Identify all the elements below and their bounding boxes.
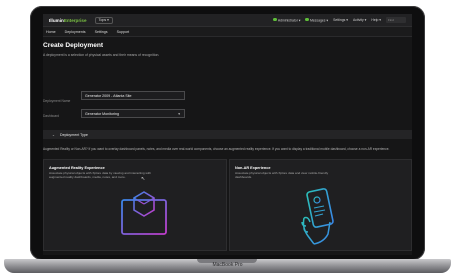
device-label: MacBook Pro bbox=[212, 262, 243, 268]
chevron-down-icon: ▾ bbox=[178, 112, 180, 116]
deployment-type-description: Augmented Reality or Non-AR? If you want… bbox=[43, 147, 390, 151]
deployment-name-label: Deployment Name bbox=[43, 99, 71, 103]
app-logo[interactable]: IlluminEnterprise bbox=[49, 18, 87, 23]
topbar-messages[interactable]: Messages ▾ bbox=[305, 17, 329, 23]
ar-experience-card[interactable]: Augmented Reality Experience Associate p… bbox=[43, 159, 227, 251]
topbar-item-label: Administrator ▾ bbox=[277, 18, 301, 23]
search-input[interactable]: Find bbox=[386, 17, 406, 23]
dashboard-label: Dashboard bbox=[43, 114, 60, 118]
ar-cube-icon bbox=[114, 191, 174, 239]
cursor-icon: ↖ bbox=[141, 176, 146, 182]
page-description: A deployment is a selection of physical … bbox=[43, 53, 160, 57]
topbar-item-label: Messages ▾ bbox=[309, 18, 329, 23]
card-title: Non-AR Experience bbox=[235, 166, 271, 170]
phone-hand-icon bbox=[301, 188, 334, 245]
logo-text-1: Illumin bbox=[49, 17, 64, 23]
topbar-activity[interactable]: Activity ▾ bbox=[353, 18, 366, 22]
app-screen: IlluminEnterprise Tops ▾ Administrator ▾… bbox=[43, 14, 412, 255]
message-dot-icon bbox=[305, 17, 309, 22]
topbar-administrator[interactable]: Administrator ▾ bbox=[273, 17, 301, 23]
top-navbar: IlluminEnterprise Tops ▾ Administrator ▾… bbox=[43, 14, 412, 27]
deployment-name-field[interactable]: Generator 2009 - Atlanta Site bbox=[81, 91, 185, 100]
nav-settings[interactable]: Settings bbox=[95, 30, 108, 34]
topbar-settings[interactable]: Settings ▾ bbox=[333, 18, 348, 22]
nav-deployments[interactable]: Deployments bbox=[65, 30, 86, 34]
chevron-down-icon: ⌄ bbox=[52, 132, 56, 137]
status-dot-icon bbox=[273, 17, 277, 22]
logo-text-2: Enterprise bbox=[63, 17, 87, 23]
card-title: Augmented Reality Experience bbox=[49, 166, 105, 170]
dashboard-value: Generator Monitoring bbox=[85, 112, 119, 116]
non-ar-experience-card[interactable]: Non-AR Experience Associate physical obj… bbox=[229, 159, 412, 251]
deployment-type-header[interactable]: ⌄ Deployment Type bbox=[43, 130, 412, 139]
dashboard-select[interactable]: Generator Monitoring ▾ bbox=[81, 109, 185, 118]
page-title: Create Deployment bbox=[43, 42, 104, 49]
topbar-menu: Administrator ▾ Messages ▾ Settings ▾ Ac… bbox=[273, 17, 406, 23]
section-title: Deployment Type bbox=[60, 132, 88, 137]
card-description: Associate physical objects with Xplore d… bbox=[235, 171, 329, 179]
sub-navbar: Home Deployments Settings Support bbox=[43, 27, 412, 37]
nav-home[interactable]: Home bbox=[46, 30, 56, 34]
topbar-help[interactable]: Help ▾ bbox=[371, 18, 381, 22]
nav-support[interactable]: Support bbox=[117, 30, 130, 34]
tenant-selector[interactable]: Tops ▾ bbox=[94, 16, 113, 24]
